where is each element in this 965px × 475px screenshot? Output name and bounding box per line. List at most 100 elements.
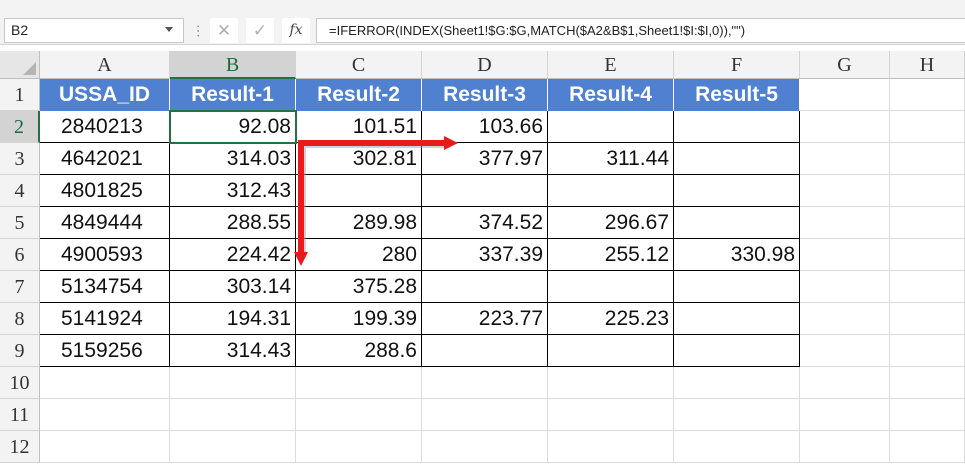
result-cell[interactable]: 199.39 [296, 303, 422, 335]
more-dots-icon[interactable]: ⋯ [190, 24, 207, 37]
column-header-d[interactable]: D [422, 51, 548, 79]
result-cell[interactable] [422, 335, 548, 367]
table-header-cell[interactable]: USSA_ID [40, 79, 170, 111]
formula-input[interactable]: =IFERROR(INDEX(Sheet1!$G:$G,MATCH($A2&B$… [316, 18, 965, 43]
result-cell[interactable] [674, 175, 800, 207]
result-cell[interactable] [674, 303, 800, 335]
table-header-cell[interactable]: Result-3 [422, 79, 548, 111]
result-cell[interactable] [674, 111, 800, 143]
result-cell[interactable]: 377.97 [422, 143, 548, 175]
result-cell[interactable]: 103.66 [422, 111, 548, 143]
cancel-button[interactable]: ✕ [210, 18, 238, 43]
row-header-1[interactable]: 1 [0, 79, 40, 111]
empty-cell[interactable] [890, 207, 965, 239]
column-header-f[interactable]: F [674, 51, 800, 79]
empty-cell[interactable] [296, 367, 422, 399]
id-cell[interactable]: 4801825 [40, 175, 170, 207]
empty-cell[interactable] [674, 399, 800, 431]
result-cell[interactable] [674, 207, 800, 239]
empty-cell[interactable] [422, 431, 548, 463]
result-cell[interactable] [674, 271, 800, 303]
empty-cell[interactable] [548, 367, 674, 399]
row-header-2[interactable]: 2 [0, 111, 40, 143]
name-box[interactable]: B2 [4, 18, 184, 43]
empty-cell[interactable] [40, 367, 170, 399]
result-cell[interactable] [422, 175, 548, 207]
empty-cell[interactable] [296, 431, 422, 463]
result-cell[interactable]: 375.28 [296, 271, 422, 303]
row-header-4[interactable]: 4 [0, 175, 40, 207]
result-cell[interactable]: 314.43 [170, 335, 296, 367]
result-cell[interactable]: 223.77 [422, 303, 548, 335]
row-header-6[interactable]: 6 [0, 239, 40, 271]
empty-cell[interactable] [422, 367, 548, 399]
result-cell[interactable]: 225.23 [548, 303, 674, 335]
result-cell[interactable]: 280 [296, 239, 422, 271]
row-header-11[interactable]: 11 [0, 399, 40, 431]
empty-cell[interactable] [890, 143, 965, 175]
empty-cell[interactable] [800, 335, 890, 367]
empty-cell[interactable] [800, 239, 890, 271]
empty-cell[interactable] [890, 175, 965, 207]
table-header-cell[interactable]: Result-4 [548, 79, 674, 111]
result-cell[interactable]: 337.39 [422, 239, 548, 271]
id-cell[interactable]: 5159256 [40, 335, 170, 367]
row-header-3[interactable]: 3 [0, 143, 40, 175]
result-cell[interactable]: 224.42 [170, 239, 296, 271]
empty-cell[interactable] [40, 431, 170, 463]
insert-function-button[interactable]: fx [282, 18, 310, 43]
result-cell[interactable] [422, 271, 548, 303]
id-cell[interactable]: 5141924 [40, 303, 170, 335]
id-cell[interactable]: 4900593 [40, 239, 170, 271]
row-header-5[interactable]: 5 [0, 207, 40, 239]
empty-cell[interactable] [890, 303, 965, 335]
empty-cell[interactable] [296, 399, 422, 431]
result-cell[interactable]: 101.51 [296, 111, 422, 143]
empty-cell[interactable] [170, 367, 296, 399]
empty-cell[interactable] [800, 303, 890, 335]
column-header-h[interactable]: H [890, 51, 965, 79]
empty-cell[interactable] [800, 111, 890, 143]
result-cell[interactable]: 288.6 [296, 335, 422, 367]
empty-cell[interactable] [422, 399, 548, 431]
empty-cell[interactable] [890, 399, 965, 431]
result-cell[interactable] [674, 143, 800, 175]
row-header-7[interactable]: 7 [0, 271, 40, 303]
empty-cell[interactable] [890, 79, 965, 111]
id-cell[interactable]: 5134754 [40, 271, 170, 303]
empty-cell[interactable] [800, 367, 890, 399]
row-header-9[interactable]: 9 [0, 335, 40, 367]
column-header-e[interactable]: E [548, 51, 674, 79]
result-cell[interactable] [548, 271, 674, 303]
id-cell[interactable]: 4849444 [40, 207, 170, 239]
empty-cell[interactable] [800, 399, 890, 431]
result-cell[interactable]: 296.67 [548, 207, 674, 239]
empty-cell[interactable] [548, 431, 674, 463]
row-header-8[interactable]: 8 [0, 303, 40, 335]
empty-cell[interactable] [548, 399, 674, 431]
result-cell[interactable] [674, 335, 800, 367]
result-cell[interactable] [548, 111, 674, 143]
table-header-cell[interactable]: Result-1 [170, 79, 296, 111]
table-header-cell[interactable]: Result-2 [296, 79, 422, 111]
empty-cell[interactable] [800, 431, 890, 463]
result-cell[interactable] [296, 175, 422, 207]
empty-cell[interactable] [674, 431, 800, 463]
result-cell[interactable]: 289.98 [296, 207, 422, 239]
result-cell[interactable]: 374.52 [422, 207, 548, 239]
result-cell[interactable]: 302.81 [296, 143, 422, 175]
result-cell[interactable]: 330.98 [674, 239, 800, 271]
id-cell[interactable]: 2840213 [40, 111, 170, 143]
empty-cell[interactable] [890, 431, 965, 463]
id-cell[interactable]: 4642021 [40, 143, 170, 175]
result-cell[interactable]: 311.44 [548, 143, 674, 175]
row-header-12[interactable]: 12 [0, 431, 40, 463]
chevron-down-icon[interactable] [165, 27, 173, 32]
column-header-a[interactable]: A [40, 51, 170, 79]
empty-cell[interactable] [800, 79, 890, 111]
result-cell[interactable] [548, 335, 674, 367]
enter-button[interactable]: ✓ [246, 18, 274, 43]
column-header-b[interactable]: B [170, 51, 296, 79]
empty-cell[interactable] [890, 111, 965, 143]
result-cell[interactable]: 303.14 [170, 271, 296, 303]
